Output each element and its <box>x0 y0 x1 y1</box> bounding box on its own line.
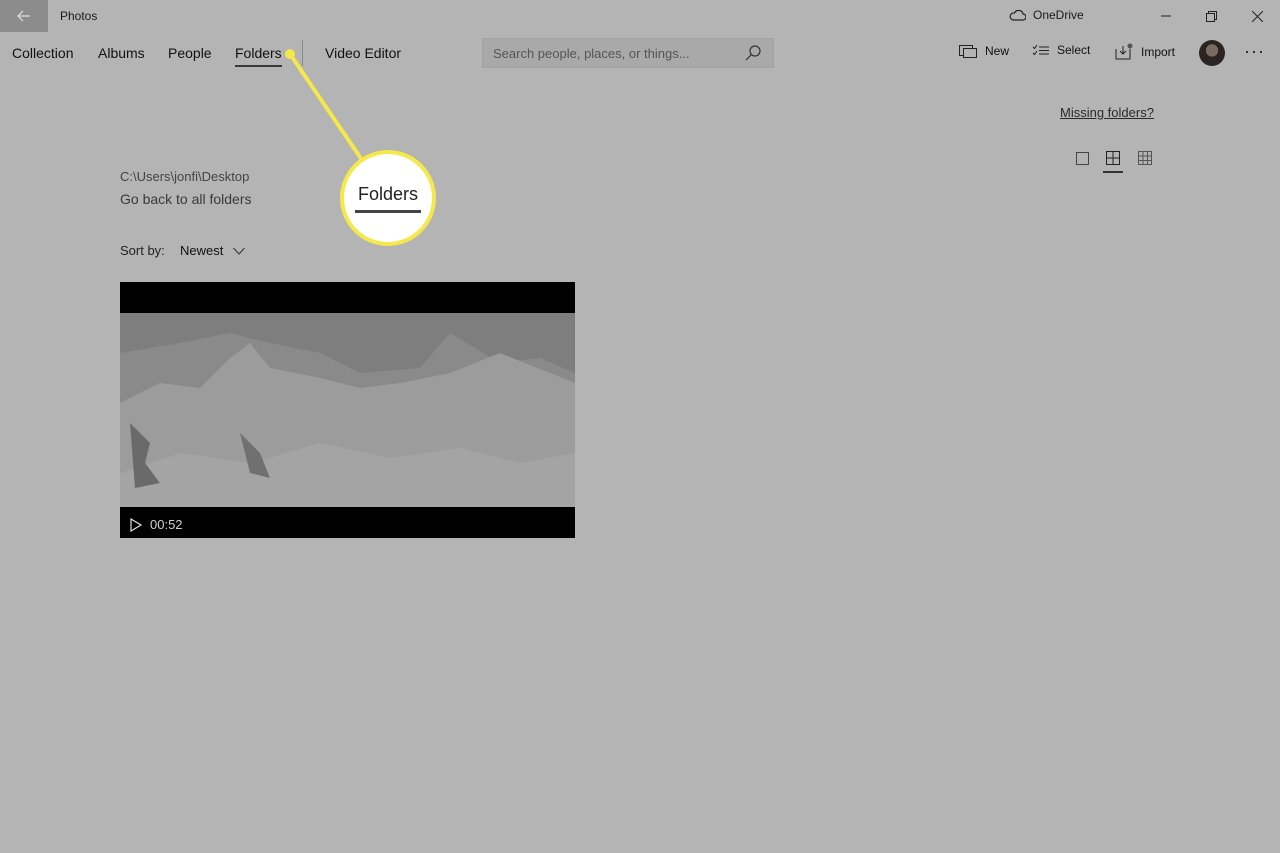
restore-button[interactable] <box>1188 0 1234 32</box>
sort-dropdown[interactable]: Newest <box>180 243 246 258</box>
folders-callout: Folders <box>340 150 436 246</box>
search-icon[interactable] <box>745 45 761 61</box>
video-preview-image <box>120 313 575 507</box>
minimize-icon <box>1161 15 1171 17</box>
view-small-button[interactable] <box>1134 147 1156 169</box>
close-button[interactable] <box>1234 0 1280 32</box>
chevron-down-icon <box>233 247 246 255</box>
onedrive-label: OneDrive <box>1033 8 1084 22</box>
go-back-link[interactable]: Go back to all folders <box>120 191 252 207</box>
tab-video-editor[interactable]: Video Editor <box>325 45 401 61</box>
onedrive-button[interactable]: OneDrive <box>1009 8 1084 22</box>
more-options-icon[interactable]: ··· <box>1244 41 1265 62</box>
duration-text: 00:52 <box>150 517 183 532</box>
single-square-icon <box>1075 151 1089 165</box>
view-medium-button[interactable] <box>1102 147 1124 173</box>
sort-label: Sort by: <box>120 243 165 258</box>
tab-collection[interactable]: Collection <box>12 45 73 61</box>
avatar[interactable] <box>1199 40 1225 66</box>
callout-label: Folders <box>357 183 419 204</box>
restore-icon <box>1205 10 1217 22</box>
new-label: New <box>985 43 1010 58</box>
back-arrow-icon <box>17 10 30 22</box>
close-icon <box>1251 10 1263 22</box>
tab-folders[interactable]: Folders <box>235 45 282 67</box>
sort-value: Newest <box>180 243 224 258</box>
nav-divider <box>302 40 303 66</box>
select-label: Select <box>1057 43 1091 57</box>
tab-albums[interactable]: Albums <box>98 45 145 61</box>
video-thumbnail[interactable]: 00:52 <box>120 282 575 538</box>
import-button[interactable]: Import <box>1115 43 1175 60</box>
search-box[interactable] <box>482 38 774 68</box>
search-input[interactable] <box>483 39 733 67</box>
grid-nine-icon <box>1138 151 1152 165</box>
tab-people[interactable]: People <box>168 45 212 61</box>
missing-folders-link[interactable]: Missing folders? <box>1060 105 1154 120</box>
back-button[interactable] <box>0 0 48 32</box>
grid-four-icon <box>1106 151 1120 165</box>
callout-underline <box>355 209 421 213</box>
new-icon <box>959 45 977 58</box>
app-title: Photos <box>60 9 98 23</box>
import-icon <box>1115 43 1133 60</box>
folder-path: C:\Users\jonfi\Desktop <box>120 169 250 184</box>
minimize-button[interactable] <box>1143 0 1189 32</box>
select-icon <box>1032 44 1049 55</box>
select-button[interactable]: Select <box>1032 43 1090 57</box>
import-label: Import <box>1141 44 1176 59</box>
play-icon <box>130 517 142 532</box>
video-duration: 00:52 <box>130 517 183 532</box>
new-button[interactable]: New <box>959 43 1009 58</box>
cloud-icon <box>1009 9 1026 21</box>
view-large-button[interactable] <box>1071 147 1093 169</box>
